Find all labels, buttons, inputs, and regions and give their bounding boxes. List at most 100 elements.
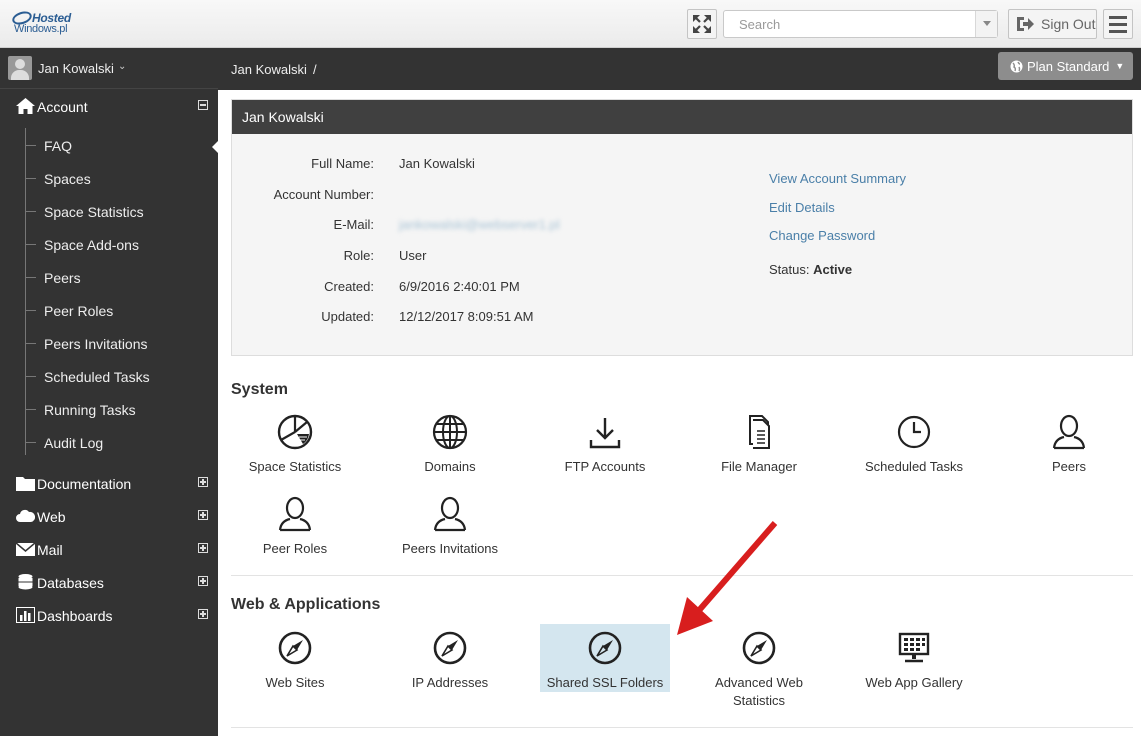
sidebar-section-label: Mail bbox=[37, 542, 63, 558]
tile-label: Scheduled Tasks bbox=[864, 459, 964, 474]
sidebar-section-dashboards[interactable]: Dashboards bbox=[0, 600, 218, 630]
sidebar-item-running-tasks[interactable]: Running Tasks bbox=[25, 393, 218, 426]
sidebar-section-documentation[interactable]: Documentation bbox=[0, 468, 218, 498]
tile-shared-ssl-folders[interactable]: Shared SSL Folders bbox=[540, 624, 670, 692]
bar-chart-icon bbox=[16, 607, 35, 623]
sidebar-item-peer-roles[interactable]: Peer Roles bbox=[25, 294, 218, 327]
tile-peer-roles[interactable]: Peer Roles bbox=[230, 494, 360, 558]
user-icon bbox=[278, 496, 312, 532]
sidebar-section-label: Dashboards bbox=[37, 608, 113, 624]
expand-arrows-icon bbox=[693, 15, 711, 33]
breadcrumb-item[interactable]: Jan Kowalski bbox=[231, 62, 307, 77]
tile-label: Peers Invitations bbox=[401, 541, 499, 556]
sidebar-item-space-addons[interactable]: Space Add-ons bbox=[25, 228, 218, 261]
search-box bbox=[723, 10, 998, 38]
sidebar-item-label: Peer Roles bbox=[44, 303, 114, 319]
hamburger-bar bbox=[1109, 15, 1127, 19]
expand-icon[interactable] bbox=[198, 576, 208, 586]
tile-domains[interactable]: Domains bbox=[385, 412, 515, 476]
home-icon bbox=[16, 98, 35, 114]
hamburger-bar bbox=[1109, 22, 1127, 26]
sidebar-item-faq[interactable]: FAQ bbox=[25, 129, 218, 162]
tile-label: Space Statistics bbox=[248, 459, 342, 474]
collapse-icon[interactable] bbox=[198, 100, 208, 110]
expand-icon[interactable] bbox=[198, 609, 208, 619]
section-title-web-applications: Web & Applications bbox=[231, 596, 381, 613]
tile-ftp-accounts[interactable]: FTP Accounts bbox=[540, 412, 670, 476]
sidebar-section-mail[interactable]: Mail bbox=[0, 534, 218, 564]
field-label-full-name: Full Name: bbox=[311, 156, 374, 171]
sidebar-item-label: Scheduled Tasks bbox=[44, 369, 150, 385]
sidebar-item-label: Peers Invitations bbox=[44, 336, 148, 352]
sidebar-item-label: Running Tasks bbox=[44, 402, 136, 418]
account-details-panel: Jan Kowalski Full Name: Jan Kowalski Acc… bbox=[231, 99, 1133, 356]
expand-icon[interactable] bbox=[198, 510, 208, 520]
compass-icon bbox=[433, 631, 467, 665]
field-label-updated: Updated: bbox=[321, 309, 374, 324]
hamburger-bar bbox=[1109, 29, 1127, 33]
sidebar-item-spaces[interactable]: Spaces bbox=[25, 162, 218, 195]
sign-out-button[interactable]: Sign Out bbox=[1008, 9, 1097, 39]
field-label-created: Created: bbox=[324, 279, 374, 294]
sidebar-item-label: Space Statistics bbox=[44, 204, 144, 220]
sidebar-section-web[interactable]: Web bbox=[0, 501, 218, 531]
tile-peers[interactable]: Peers bbox=[1004, 412, 1134, 476]
tile-ip-addresses[interactable]: IP Addresses bbox=[385, 624, 515, 692]
change-password-link[interactable]: Change Password bbox=[769, 228, 875, 243]
chevron-down-icon: ⌄ bbox=[118, 61, 127, 72]
sidebar-section-label: Databases bbox=[37, 575, 104, 591]
field-value-updated: 12/12/2017 8:09:51 AM bbox=[399, 309, 534, 324]
sidebar-item-peers-invitations[interactable]: Peers Invitations bbox=[25, 327, 218, 360]
avatar bbox=[8, 56, 32, 80]
expand-icon[interactable] bbox=[198, 477, 208, 487]
account-status: Status: Active bbox=[769, 262, 852, 277]
status-value: Active bbox=[813, 262, 853, 277]
edit-details-link[interactable]: Edit Details bbox=[769, 200, 835, 215]
database-icon bbox=[18, 574, 33, 590]
sidebar-section-account[interactable]: Account bbox=[0, 91, 218, 121]
user-menu[interactable]: Jan Kowalski ⌄ bbox=[0, 48, 218, 89]
tile-label: FTP Accounts bbox=[564, 459, 646, 474]
hamburger-menu-button[interactable] bbox=[1103, 9, 1133, 39]
tile-file-manager[interactable]: File Manager bbox=[694, 412, 824, 476]
sign-out-icon bbox=[1017, 17, 1034, 31]
sidebar-item-space-statistics[interactable]: Space Statistics bbox=[25, 195, 218, 228]
search-dropdown-button[interactable] bbox=[975, 11, 997, 37]
field-label-role: Role: bbox=[343, 248, 374, 263]
sidebar-item-peers[interactable]: Peers bbox=[25, 261, 218, 294]
sidebar-item-label: Audit Log bbox=[44, 435, 104, 451]
tile-label: Web App Gallery bbox=[865, 675, 963, 690]
sidebar-section-databases[interactable]: Databases bbox=[0, 567, 218, 597]
search-input[interactable] bbox=[724, 11, 974, 37]
tile-label: Peers bbox=[1052, 459, 1086, 474]
tile-label: Shared SSL Folders bbox=[546, 675, 664, 690]
hostedwindows-logo[interactable]: Hosted Windows.pl bbox=[10, 9, 80, 39]
field-value-role: User bbox=[399, 248, 427, 263]
breadcrumb-separator: / bbox=[313, 62, 317, 77]
sidebar-item-scheduled-tasks[interactable]: Scheduled Tasks bbox=[25, 360, 218, 393]
tile-scheduled-tasks[interactable]: Scheduled Tasks bbox=[849, 412, 979, 476]
expand-icon[interactable] bbox=[198, 543, 208, 553]
tile-label: Domains bbox=[424, 459, 476, 474]
section-title-system: System bbox=[231, 381, 288, 398]
sidebar-item-label: FAQ bbox=[44, 138, 73, 154]
globe-icon bbox=[432, 414, 468, 450]
tile-web-app-gallery[interactable]: Web App Gallery bbox=[849, 624, 979, 692]
sidebar-item-audit-log[interactable]: Audit Log bbox=[25, 426, 218, 459]
view-account-summary-link[interactable]: View Account Summary bbox=[769, 171, 906, 186]
tile-label: Web Sites bbox=[265, 675, 325, 690]
tile-label: Advanced Web Statistics bbox=[715, 675, 803, 708]
breadcrumb-bar: Jan Kowalski / Plan Standard ▼ bbox=[218, 48, 1141, 90]
clock-icon bbox=[897, 415, 931, 449]
tile-label: File Manager bbox=[721, 459, 797, 474]
panel-title: Jan Kowalski bbox=[242, 109, 324, 125]
annotation-arrow-icon bbox=[677, 521, 778, 635]
fullscreen-button[interactable] bbox=[687, 9, 717, 39]
sidebar-section-label: Account bbox=[37, 99, 88, 115]
plan-selector-button[interactable]: Plan Standard ▼ bbox=[998, 52, 1133, 80]
tile-web-sites[interactable]: Web Sites bbox=[230, 624, 360, 692]
tile-space-statistics[interactable]: Space Statistics bbox=[230, 412, 360, 476]
envelope-icon bbox=[16, 542, 35, 556]
field-value-email: jankowalski@webserver1.pl bbox=[399, 217, 560, 232]
tile-peers-invitations[interactable]: Peers Invitations bbox=[385, 494, 515, 558]
